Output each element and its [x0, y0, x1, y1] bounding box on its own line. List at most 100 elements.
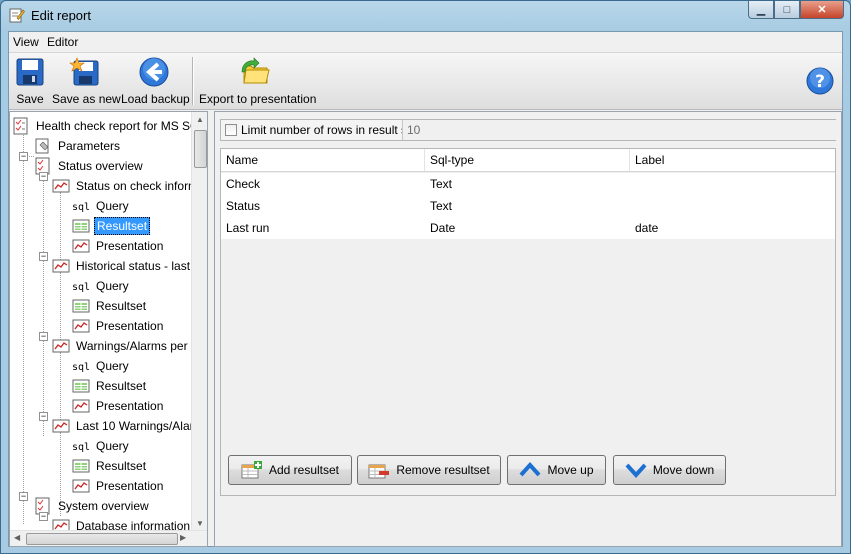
tree-node-label: Database information [76, 519, 191, 530]
table-row[interactable]: Status Text [221, 195, 835, 217]
expander-collapse[interactable]: − [39, 252, 48, 261]
add-resultset-button[interactable]: Add resultset [228, 455, 352, 485]
resultset-grid-icon [72, 379, 90, 393]
title-bar[interactable]: Edit report ▁ □ ✕ [1, 1, 850, 31]
tree-node-resultset[interactable]: Resultset [72, 376, 148, 396]
limit-rows-checkbox[interactable] [225, 124, 237, 136]
window-title: Edit report [31, 8, 91, 23]
menu-view[interactable]: View [13, 35, 39, 49]
scroll-right-icon[interactable]: ▶ [180, 533, 186, 542]
report-tree[interactable]: Health check report for MS SQL S Paramet… [10, 112, 192, 530]
limit-rows-label: Limit number of rows in result set [241, 123, 418, 137]
table-row[interactable]: Check Text [221, 173, 835, 195]
svg-text:sql: sql [72, 442, 90, 453]
edit-report-app-icon [9, 8, 25, 23]
tree-node-status-overview[interactable]: Status overview [34, 156, 145, 176]
tree-node-warnings-alarms[interactable]: Warnings/Alarms per ch [52, 336, 192, 356]
tree-node-label: Historical status - last 10 [76, 259, 192, 273]
tree-node-label: Presentation [96, 239, 164, 253]
tree-node-label: Resultset [96, 379, 147, 393]
expander-collapse[interactable]: − [39, 172, 48, 181]
export-folder-icon [241, 57, 270, 84]
scroll-down-icon[interactable]: ▼ [196, 519, 204, 528]
resultset-grid-icon [72, 219, 90, 233]
move-down-button[interactable]: Move down [613, 455, 726, 485]
scrollbar-thumb[interactable] [26, 533, 178, 545]
tree-node-query[interactable]: sql Query [72, 436, 131, 456]
save-as-new-button[interactable]: Save as new [52, 53, 121, 109]
cell-sql-type: Date [430, 221, 456, 235]
floppy-disk-icon [16, 58, 44, 86]
tree-node-resultset[interactable]: Resultset [72, 296, 148, 316]
tree-node-presentation[interactable]: Presentation [72, 396, 165, 416]
column-header-sql-type[interactable]: Sql-type [425, 149, 630, 171]
expander-collapse[interactable]: − [19, 152, 28, 161]
resultset-columns-table[interactable]: Name Sql-type Label Check Text Status Te… [220, 148, 836, 496]
tree-node-label: System overview [58, 499, 149, 513]
tree-node-resultset[interactable]: Resultset [72, 456, 148, 476]
minimize-button[interactable]: ▁ [748, 1, 774, 19]
tree-node-system-overview[interactable]: System overview [34, 496, 151, 516]
close-button[interactable]: ✕ [800, 1, 844, 19]
load-backup-button[interactable]: Load backup [121, 53, 190, 109]
tree-node-presentation[interactable]: Presentation [72, 476, 165, 496]
tree-node-query[interactable]: sql Query [72, 196, 131, 216]
remove-resultset-label: Remove resultset [396, 463, 490, 477]
tree-node-root[interactable]: Health check report for MS SQL S [12, 116, 192, 136]
maximize-button[interactable]: □ [774, 1, 800, 19]
tree-line [23, 132, 24, 524]
sql-query-icon: sql [72, 438, 90, 454]
tree-node-presentation[interactable]: Presentation [72, 316, 165, 336]
save-button[interactable]: Save [11, 53, 49, 109]
line-chart-icon [52, 259, 70, 273]
tree-node-label: Query [96, 199, 129, 213]
tree-node-status-on-check[interactable]: Status on check informa [52, 176, 192, 196]
column-header-name[interactable]: Name [221, 149, 425, 171]
sql-query-icon: sql [72, 198, 90, 214]
expander-collapse[interactable]: − [39, 332, 48, 341]
tree-node-historical-status[interactable]: Historical status - last 10 [52, 256, 192, 276]
tree-node-parameters[interactable]: Parameters [34, 136, 122, 156]
scrollbar-thumb[interactable] [194, 130, 207, 168]
tree-node-label: Query [96, 279, 129, 293]
expander-collapse[interactable]: − [19, 492, 28, 501]
tree-node-label: Presentation [96, 319, 164, 333]
cell-label: date [635, 221, 659, 235]
menu-bar: View Editor [9, 32, 842, 52]
tree-horizontal-scrollbar[interactable]: ◀ ▶ [10, 530, 207, 546]
tree-node-label: Warnings/Alarms per ch [76, 339, 192, 353]
move-up-button[interactable]: Move up [507, 455, 606, 485]
tree-node-query[interactable]: sql Query [72, 356, 131, 376]
scroll-up-icon[interactable]: ▲ [196, 115, 204, 124]
line-chart-icon [72, 479, 90, 493]
expander-collapse[interactable]: − [39, 412, 48, 421]
scroll-left-icon[interactable]: ◀ [14, 533, 20, 542]
sql-query-icon: sql [72, 278, 90, 294]
tree-node-last10-warnings[interactable]: Last 10 Warnings/Alarm [52, 416, 192, 436]
tree-node-query[interactable]: sql Query [72, 276, 131, 296]
limit-rows-input[interactable] [402, 120, 836, 140]
tree-node-label: Health check report for MS SQL S [36, 119, 192, 133]
edit-report-window: Edit report ▁ □ ✕ View Editor Save Save … [0, 0, 851, 554]
table-header: Name Sql-type Label [221, 149, 835, 172]
expander-collapse[interactable]: − [39, 512, 48, 521]
tree-vertical-scrollbar[interactable]: ▲ ▼ [191, 112, 207, 531]
help-icon[interactable]: ? [806, 67, 834, 95]
menu-editor[interactable]: Editor [47, 35, 78, 49]
cell-name: Status [226, 199, 261, 213]
table-row[interactable]: Last run Date date [221, 217, 835, 239]
load-backup-label: Load backup [121, 92, 190, 106]
tree-node-label: Presentation [96, 479, 164, 493]
tree-node-presentation[interactable]: Presentation [72, 236, 165, 256]
column-header-label[interactable]: Label [630, 149, 835, 171]
tree-node-label: Last 10 Warnings/Alarm [76, 419, 192, 433]
export-to-presentation-button[interactable]: Export to presentation [199, 53, 316, 109]
tree-line [43, 172, 44, 436]
line-chart-icon [72, 319, 90, 333]
remove-resultset-button[interactable]: Remove resultset [357, 455, 501, 485]
cell-sql-type: Text [430, 177, 453, 191]
tree-node-database-information[interactable]: Database information [52, 516, 192, 530]
sql-query-icon: sql [72, 358, 90, 374]
tree-node-resultset[interactable]: Resultset [72, 216, 151, 236]
cell-name: Check [226, 177, 261, 191]
